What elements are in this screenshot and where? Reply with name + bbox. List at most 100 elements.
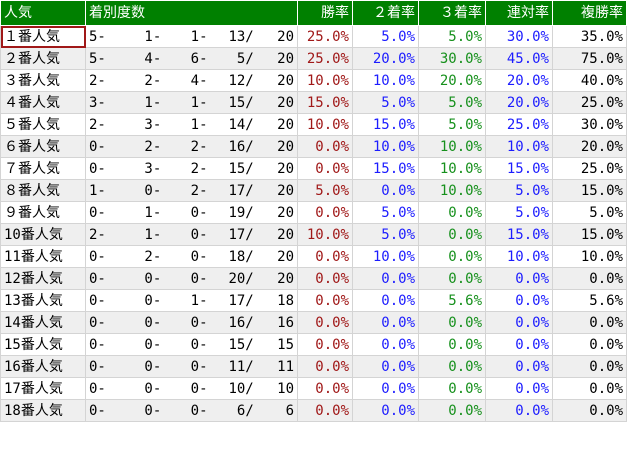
cell-popularity[interactable]: ４番人気: [0, 91, 86, 114]
cell-place-rate[interactable]: 0.0%: [552, 399, 627, 422]
cell-third-rate[interactable]: 10.0%: [418, 135, 486, 158]
cell-quinella-rate[interactable]: 20.0%: [485, 69, 553, 92]
cell-second-rate[interactable]: 5.0%: [352, 201, 419, 224]
cell-record[interactable]: 0- 0- 0- 15/15: [85, 333, 298, 356]
cell-third-rate[interactable]: 30.0%: [418, 47, 486, 70]
cell-place-rate[interactable]: 0.0%: [552, 267, 627, 290]
cell-record[interactable]: 0- 2- 2- 16/20: [85, 135, 298, 158]
cell-second-rate[interactable]: 5.0%: [352, 91, 419, 114]
header-popularity[interactable]: 人気: [0, 0, 86, 26]
cell-win-rate[interactable]: 10.0%: [297, 113, 353, 136]
cell-quinella-rate[interactable]: 0.0%: [485, 399, 553, 422]
cell-popularity[interactable]: ９番人気: [0, 201, 86, 224]
cell-record[interactable]: 3- 1- 1- 15/20: [85, 91, 298, 114]
cell-win-rate[interactable]: 0.0%: [297, 201, 353, 224]
cell-quinella-rate[interactable]: 5.0%: [485, 201, 553, 224]
cell-second-rate[interactable]: 0.0%: [352, 289, 419, 312]
cell-second-rate[interactable]: 10.0%: [352, 69, 419, 92]
cell-second-rate[interactable]: 10.0%: [352, 245, 419, 268]
cell-second-rate[interactable]: 0.0%: [352, 399, 419, 422]
cell-win-rate[interactable]: 25.0%: [297, 47, 353, 70]
cell-record[interactable]: 2- 1- 0- 17/20: [85, 223, 298, 246]
cell-second-rate[interactable]: 5.0%: [352, 223, 419, 246]
header-place-rate[interactable]: 複勝率: [552, 0, 627, 26]
cell-second-rate[interactable]: 0.0%: [352, 377, 419, 400]
cell-quinella-rate[interactable]: 15.0%: [485, 157, 553, 180]
cell-popularity[interactable]: ６番人気: [0, 135, 86, 158]
cell-third-rate[interactable]: 0.0%: [418, 223, 486, 246]
cell-place-rate[interactable]: 30.0%: [552, 113, 627, 136]
cell-third-rate[interactable]: 5.6%: [418, 289, 486, 312]
cell-place-rate[interactable]: 40.0%: [552, 69, 627, 92]
cell-place-rate[interactable]: 75.0%: [552, 47, 627, 70]
cell-popularity[interactable]: ２番人気: [0, 47, 86, 70]
cell-popularity[interactable]: ５番人気: [0, 113, 86, 136]
cell-win-rate[interactable]: 0.0%: [297, 289, 353, 312]
cell-win-rate[interactable]: 0.0%: [297, 399, 353, 422]
cell-win-rate[interactable]: 5.0%: [297, 179, 353, 202]
cell-third-rate[interactable]: 5.0%: [418, 25, 486, 48]
cell-third-rate[interactable]: 5.0%: [418, 113, 486, 136]
cell-quinella-rate[interactable]: 0.0%: [485, 311, 553, 334]
header-win-rate[interactable]: 勝率: [297, 0, 353, 26]
cell-record[interactable]: 0- 0- 0- 10/10: [85, 377, 298, 400]
cell-win-rate[interactable]: 0.0%: [297, 135, 353, 158]
cell-record[interactable]: 0- 3- 2- 15/20: [85, 157, 298, 180]
cell-third-rate[interactable]: 0.0%: [418, 377, 486, 400]
cell-quinella-rate[interactable]: 0.0%: [485, 377, 553, 400]
cell-win-rate[interactable]: 0.0%: [297, 157, 353, 180]
cell-quinella-rate[interactable]: 20.0%: [485, 91, 553, 114]
cell-quinella-rate[interactable]: 15.0%: [485, 223, 553, 246]
cell-popularity[interactable]: ８番人気: [0, 179, 86, 202]
cell-popularity[interactable]: 12番人気: [0, 267, 86, 290]
cell-record[interactable]: 5- 4- 6- 5/20: [85, 47, 298, 70]
cell-third-rate[interactable]: 5.0%: [418, 91, 486, 114]
cell-win-rate[interactable]: 10.0%: [297, 223, 353, 246]
cell-record[interactable]: 0- 2- 0- 18/20: [85, 245, 298, 268]
cell-second-rate[interactable]: 0.0%: [352, 267, 419, 290]
cell-second-rate[interactable]: 10.0%: [352, 135, 419, 158]
cell-place-rate[interactable]: 0.0%: [552, 333, 627, 356]
cell-quinella-rate[interactable]: 0.0%: [485, 267, 553, 290]
cell-record[interactable]: 0- 0- 0- 6/6: [85, 399, 298, 422]
cell-popularity[interactable]: 18番人気: [0, 399, 86, 422]
cell-record[interactable]: 0- 1- 0- 19/20: [85, 201, 298, 224]
cell-second-rate[interactable]: 5.0%: [352, 25, 419, 48]
cell-place-rate[interactable]: 15.0%: [552, 179, 627, 202]
cell-record[interactable]: 2- 2- 4- 12/20: [85, 69, 298, 92]
cell-place-rate[interactable]: 0.0%: [552, 311, 627, 334]
cell-quinella-rate[interactable]: 30.0%: [485, 25, 553, 48]
cell-second-rate[interactable]: 0.0%: [352, 355, 419, 378]
cell-place-rate[interactable]: 35.0%: [552, 25, 627, 48]
cell-quinella-rate[interactable]: 45.0%: [485, 47, 553, 70]
cell-third-rate[interactable]: 10.0%: [418, 179, 486, 202]
cell-place-rate[interactable]: 20.0%: [552, 135, 627, 158]
cell-second-rate[interactable]: 0.0%: [352, 333, 419, 356]
cell-third-rate[interactable]: 0.0%: [418, 245, 486, 268]
cell-record[interactable]: 0- 0- 0- 11/11: [85, 355, 298, 378]
cell-third-rate[interactable]: 10.0%: [418, 157, 486, 180]
cell-quinella-rate[interactable]: 0.0%: [485, 333, 553, 356]
cell-third-rate[interactable]: 0.0%: [418, 399, 486, 422]
header-quinella-rate[interactable]: 連対率: [485, 0, 553, 26]
cell-place-rate[interactable]: 5.0%: [552, 201, 627, 224]
cell-record[interactable]: 0- 0- 0- 16/16: [85, 311, 298, 334]
cell-quinella-rate[interactable]: 5.0%: [485, 179, 553, 202]
cell-third-rate[interactable]: 0.0%: [418, 267, 486, 290]
cell-third-rate[interactable]: 0.0%: [418, 333, 486, 356]
cell-second-rate[interactable]: 0.0%: [352, 311, 419, 334]
cell-second-rate[interactable]: 0.0%: [352, 179, 419, 202]
cell-win-rate[interactable]: 0.0%: [297, 311, 353, 334]
cell-win-rate[interactable]: 10.0%: [297, 69, 353, 92]
cell-quinella-rate[interactable]: 25.0%: [485, 113, 553, 136]
cell-popularity[interactable]: 10番人気: [0, 223, 86, 246]
cell-popularity[interactable]: ３番人気: [0, 69, 86, 92]
cell-second-rate[interactable]: 15.0%: [352, 157, 419, 180]
cell-record[interactable]: 5- 1- 1- 13/20: [85, 25, 298, 48]
cell-win-rate[interactable]: 0.0%: [297, 377, 353, 400]
cell-third-rate[interactable]: 0.0%: [418, 311, 486, 334]
cell-place-rate[interactable]: 25.0%: [552, 157, 627, 180]
cell-popularity[interactable]: 15番人気: [0, 333, 86, 356]
cell-second-rate[interactable]: 15.0%: [352, 113, 419, 136]
cell-win-rate[interactable]: 25.0%: [297, 25, 353, 48]
